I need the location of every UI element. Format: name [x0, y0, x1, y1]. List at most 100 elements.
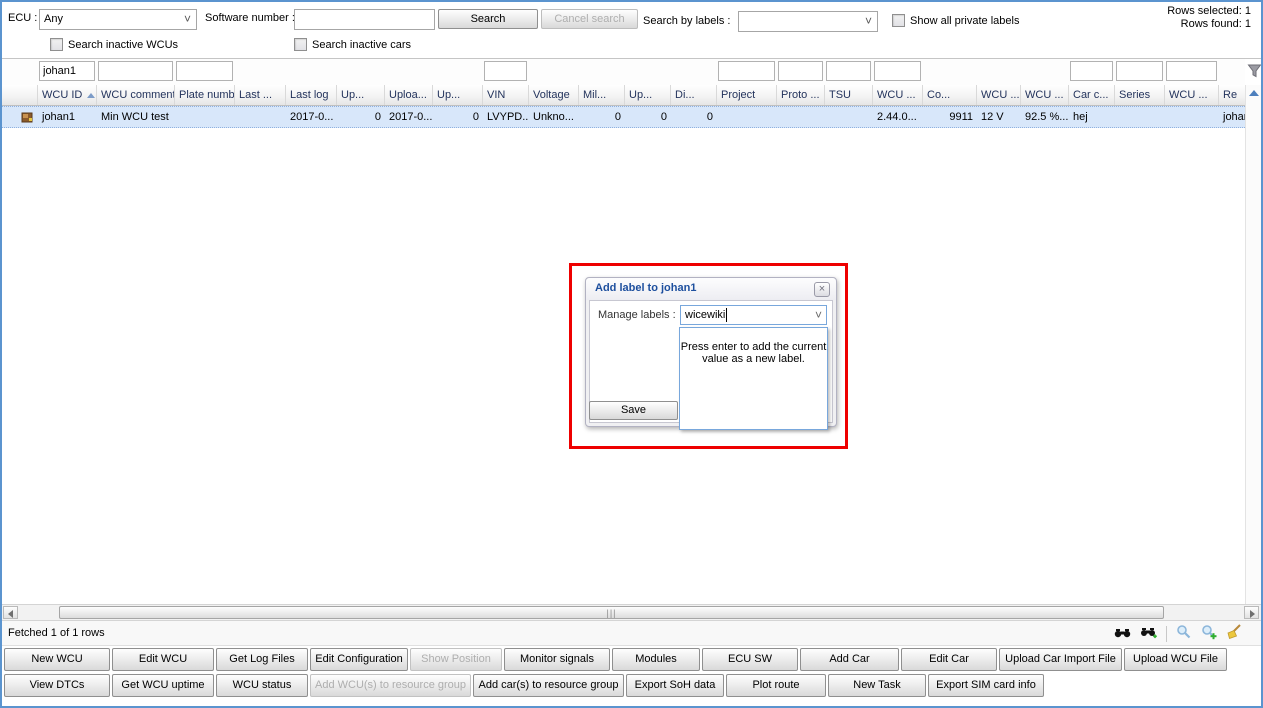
ecu-sw-button[interactable]: ECU SW	[702, 648, 798, 671]
column-header-proto-[interactable]: Proto ...	[777, 85, 825, 105]
magnifier-add-icon[interactable]	[1201, 624, 1217, 643]
column-header-last-[interactable]: Last ...	[235, 85, 286, 105]
filter-input-wcu-id[interactable]	[39, 61, 95, 81]
dialog-titlebar[interactable]: Add label to johan1 ×	[586, 278, 836, 300]
filter-input-proto-[interactable]	[778, 61, 823, 81]
column-header-up-[interactable]: Up...	[625, 85, 671, 105]
row-cell-re: johan_	[1219, 107, 1245, 127]
search-by-labels-select[interactable]: ˅	[738, 11, 878, 32]
filter-funnel-icon[interactable]	[1247, 63, 1262, 82]
find-add-icon[interactable]	[1140, 625, 1157, 643]
filter-input-plate-number[interactable]	[176, 61, 233, 81]
row-cell-vin: LVYPD...	[483, 107, 529, 127]
monitor-signals-button[interactable]: Monitor signals	[504, 648, 610, 671]
new-wcu-button[interactable]: New WCU	[4, 648, 110, 671]
search-inactive-cars-label: Search inactive cars	[312, 39, 411, 51]
column-header-car-c-[interactable]: Car c...	[1069, 85, 1115, 105]
row-cell-last-log: 2017-0...	[286, 107, 337, 127]
close-icon[interactable]: ×	[814, 282, 830, 297]
row-cell-wcu-id: johan1	[38, 107, 97, 127]
column-header-up-[interactable]: Up...	[433, 85, 483, 105]
horizontal-scrollbar[interactable]: |||	[2, 604, 1261, 621]
manage-labels-combobox[interactable]: wicewiki ˅	[680, 305, 827, 325]
software-number-input[interactable]	[294, 9, 435, 30]
row-cell-mil-: 0	[579, 107, 625, 127]
get-wcu-uptime-button[interactable]: Get WCU uptime	[112, 674, 214, 697]
column-header-vin[interactable]: VIN	[483, 85, 529, 105]
filter-input-project[interactable]	[718, 61, 775, 81]
search-by-labels-label: Search by labels :	[643, 15, 730, 27]
column-header-di-[interactable]: Di...	[671, 85, 717, 105]
upload-car-import-file-button[interactable]: Upload Car Import File	[999, 648, 1122, 671]
column-header-mil-[interactable]: Mil...	[579, 85, 625, 105]
scrollbar-thumb[interactable]: |||	[59, 606, 1164, 619]
new-task-button[interactable]: New Task	[828, 674, 926, 697]
row-cell-voltage: Unkno...	[529, 107, 579, 127]
column-header-voltage[interactable]: Voltage	[529, 85, 579, 105]
vertical-scrollbar[interactable]	[1245, 85, 1262, 605]
scroll-right-button[interactable]	[1244, 606, 1259, 619]
column-header-co-[interactable]: Co...	[923, 85, 977, 105]
filter-input-wcu-[interactable]	[874, 61, 921, 81]
cancel-search-button: Cancel search	[541, 9, 638, 29]
column-header-wcu-[interactable]: WCU ...	[873, 85, 923, 105]
wcu-device-icon	[2, 107, 38, 127]
dropdown-hint-line2: value as a new label.	[680, 353, 827, 365]
ecu-label: ECU :	[8, 12, 37, 24]
column-header-selector[interactable]	[2, 85, 38, 105]
find-icon[interactable]	[1114, 625, 1131, 643]
scroll-left-button[interactable]	[3, 606, 18, 619]
plot-route-button[interactable]: Plot route	[726, 674, 826, 697]
ecu-select[interactable]: Any ˅	[39, 9, 197, 30]
column-header-tsu[interactable]: TSU	[825, 85, 873, 105]
filter-input-series[interactable]	[1116, 61, 1163, 81]
column-header-plate-number[interactable]: Plate number	[175, 85, 235, 105]
scroll-up-icon[interactable]	[1249, 90, 1259, 96]
table-row-selected[interactable]: johan1Min WCU test2017-0...02017-0...0LV…	[2, 106, 1245, 128]
column-header-wcu-id[interactable]: WCU ID	[38, 85, 97, 105]
edit-car-button[interactable]: Edit Car	[901, 648, 997, 671]
column-header-re[interactable]: Re	[1219, 85, 1245, 105]
edit-wcu-button[interactable]: Edit WCU	[112, 648, 214, 671]
magnifier-icon[interactable]	[1176, 624, 1192, 643]
row-cell-up-: 0	[337, 107, 385, 127]
save-button[interactable]: Save	[589, 401, 678, 420]
broom-icon[interactable]	[1226, 624, 1243, 643]
view-dtcs-button[interactable]: View DTCs	[4, 674, 110, 697]
export-sim-card-info-button[interactable]: Export SIM card info	[928, 674, 1044, 697]
grid-header-row: WCU IDWCU commentPlate numberLast ...Las…	[2, 85, 1245, 106]
column-header-up-[interactable]: Up...	[337, 85, 385, 105]
column-header-uploa-[interactable]: Uploa...	[385, 85, 433, 105]
row-cell-last-	[235, 107, 286, 127]
dialog-title: Add label to johan1	[595, 282, 696, 294]
show-all-private-labels-label: Show all private labels	[910, 15, 1019, 27]
column-header-wcu-[interactable]: WCU ...	[1165, 85, 1219, 105]
column-header-wcu-[interactable]: WCU ...	[977, 85, 1021, 105]
filter-input-car-c-[interactable]	[1070, 61, 1113, 81]
add-car-s-to-resource-group-button[interactable]: Add car(s) to resource group	[473, 674, 624, 697]
row-cell-di-: 0	[671, 107, 717, 127]
grid-filter-row	[2, 59, 1245, 85]
column-header-wcu-[interactable]: WCU ...	[1021, 85, 1069, 105]
column-header-wcu-comment[interactable]: WCU comment	[97, 85, 175, 105]
export-soh-data-button[interactable]: Export SoH data	[626, 674, 724, 697]
filter-input-wcu-comment[interactable]	[98, 61, 173, 81]
filter-input-tsu[interactable]	[826, 61, 871, 81]
filter-input-wcu-[interactable]	[1166, 61, 1217, 81]
edit-configuration-button[interactable]: Edit Configuration	[310, 648, 408, 671]
text-cursor	[726, 308, 727, 322]
show-all-private-labels-checkbox[interactable]	[892, 14, 905, 27]
modules-button[interactable]: Modules	[612, 648, 700, 671]
search-inactive-wcus-checkbox[interactable]	[50, 38, 63, 51]
column-header-series[interactable]: Series	[1115, 85, 1165, 105]
search-button[interactable]: Search	[438, 9, 538, 29]
get-log-files-button[interactable]: Get Log Files	[216, 648, 308, 671]
rows-found-text: Rows found: 1	[1181, 18, 1251, 30]
wcu-status-button[interactable]: WCU status	[216, 674, 308, 697]
add-car-button[interactable]: Add Car	[800, 648, 899, 671]
filter-input-vin[interactable]	[484, 61, 527, 81]
column-header-project[interactable]: Project	[717, 85, 777, 105]
search-inactive-cars-checkbox[interactable]	[294, 38, 307, 51]
upload-wcu-file-button[interactable]: Upload WCU File	[1124, 648, 1227, 671]
column-header-last-log[interactable]: Last log	[286, 85, 337, 105]
